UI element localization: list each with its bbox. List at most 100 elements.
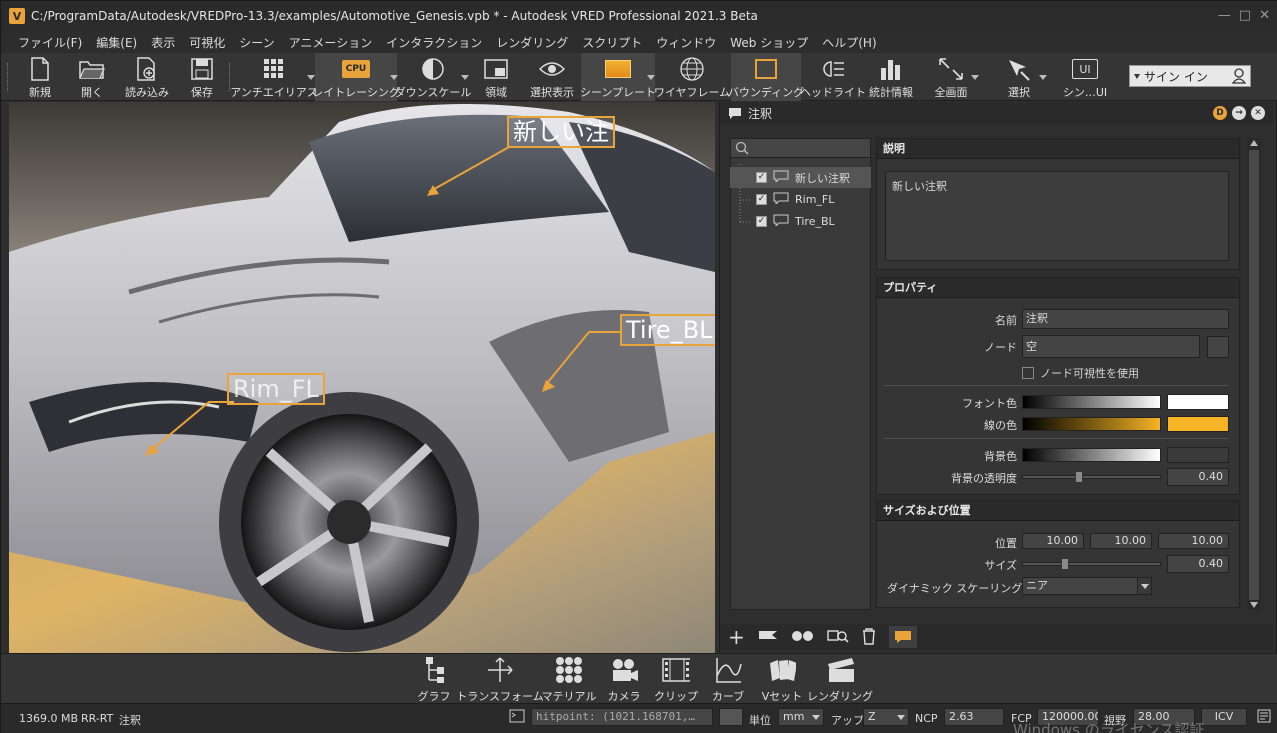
fullscreen-dropdown-icon[interactable]	[971, 75, 979, 80]
tree-item-tire-bl[interactable]: ✓ Tire_BL	[730, 211, 871, 232]
link-dots-icon[interactable]	[791, 630, 815, 645]
find-node-icon[interactable]	[827, 628, 849, 647]
terminal-icon[interactable]	[509, 709, 525, 726]
downscale-button[interactable]: ダウンスケール	[395, 53, 471, 101]
annotation-visibility-icon[interactable]	[888, 626, 917, 648]
module-camera-button[interactable]: カメラ	[607, 654, 641, 704]
module-curve-button[interactable]: カーブ	[711, 654, 745, 704]
menu-webshop[interactable]: Web ショップ	[723, 34, 815, 51]
bg-opacity-value[interactable]: 0.40	[1167, 468, 1229, 486]
annotation-tire-bl[interactable]: Tire_BL	[620, 314, 715, 346]
close-icon[interactable]: ✕	[1259, 8, 1270, 23]
line-color-gradient[interactable]	[1022, 417, 1161, 431]
tree-search-input[interactable]	[730, 138, 871, 158]
menu-view[interactable]: 表示	[144, 34, 182, 51]
scroll-thumb[interactable]	[1249, 150, 1259, 600]
antialias-button[interactable]: アンチエイリアス	[230, 53, 318, 101]
hitpoint-toggle-icon[interactable]	[719, 708, 743, 726]
use-node-visibility-checkbox[interactable]: ノード可視性を使用	[1022, 365, 1139, 381]
unit-select[interactable]: mm	[778, 708, 824, 726]
import-button[interactable]: 読み込み	[123, 53, 171, 101]
flag-icon[interactable]	[757, 628, 779, 647]
statistics-button[interactable]: 統計情報	[865, 53, 917, 101]
tree-item-checkbox[interactable]: ✓	[756, 216, 767, 227]
region-button[interactable]: 領域	[481, 53, 511, 101]
toolbar-grip[interactable]	[7, 63, 9, 91]
annotation-rim-fl[interactable]: Rim_FL	[227, 373, 325, 405]
wireframe-button[interactable]: ワイヤフレーム	[654, 53, 730, 101]
description-textarea[interactable]: 新しい注釈	[885, 171, 1229, 261]
font-color-gradient[interactable]	[1022, 395, 1161, 409]
module-material-button[interactable]: マテリアル	[542, 654, 596, 704]
panel-scrollbar[interactable]	[1247, 138, 1261, 610]
slider-handle[interactable]	[1061, 558, 1069, 570]
menu-interaction[interactable]: インタラクション	[379, 34, 489, 51]
select-button[interactable]: 選択	[997, 53, 1047, 101]
notification-icon[interactable]	[1257, 709, 1271, 726]
node-pick-button[interactable]	[1207, 336, 1229, 358]
menu-window[interactable]: ウィンドウ	[649, 34, 723, 51]
dock-icon[interactable]: D	[1213, 106, 1227, 120]
line-color-swatch[interactable]	[1167, 416, 1229, 432]
menu-help[interactable]: ヘルプ(H)	[815, 34, 883, 51]
render-viewport[interactable]: 新しい注 Tire_BL Rim_FL	[9, 102, 715, 654]
module-render-button[interactable]: レンダリング	[807, 654, 873, 704]
headlight-button[interactable]: ヘッドライト	[800, 53, 866, 101]
ncp-field[interactable]: 2.63	[944, 708, 1004, 726]
scroll-down-icon[interactable]	[1250, 602, 1258, 608]
scene-plate-button[interactable]: シーンプレート	[580, 53, 656, 101]
bounding-button[interactable]: バウンディング	[728, 53, 804, 101]
name-field[interactable]: 注釈	[1022, 309, 1229, 329]
raytracing-button[interactable]: CPU レイトレーシング	[312, 53, 400, 101]
module-transform-button[interactable]: トランスフォーム	[456, 654, 544, 704]
module-clip-button[interactable]: クリップ	[654, 654, 698, 704]
bg-color-gradient[interactable]	[1022, 448, 1161, 462]
menu-edit[interactable]: 編集(E)	[89, 34, 144, 51]
bg-opacity-slider[interactable]	[1022, 471, 1161, 483]
tree-item-new-annotation[interactable]: ✓ 新しい注釈	[730, 167, 871, 188]
scroll-up-icon[interactable]	[1250, 140, 1258, 146]
downscale-dropdown-icon[interactable]	[461, 75, 469, 80]
menu-script[interactable]: スクリプト	[575, 34, 649, 51]
tree-item-rim-fl[interactable]: ✓ Rim_FL	[730, 189, 871, 210]
maximize-icon[interactable]: □	[1239, 8, 1251, 23]
menu-rendering[interactable]: レンダリング	[489, 34, 575, 51]
font-color-swatch[interactable]	[1167, 394, 1229, 410]
tree-item-checkbox[interactable]: ✓	[756, 172, 767, 183]
position-y-field[interactable]: 10.00	[1090, 533, 1152, 549]
size-slider[interactable]	[1022, 558, 1161, 570]
panel-close-icon[interactable]: ✕	[1251, 106, 1265, 120]
icv-button[interactable]: ICV	[1201, 708, 1247, 726]
module-vset-button[interactable]: Vセット	[762, 654, 802, 704]
raytracing-dropdown-icon[interactable]	[390, 75, 398, 80]
menu-animation[interactable]: アニメーション	[282, 34, 380, 51]
checkbox-box[interactable]	[1022, 367, 1034, 379]
menu-visualization[interactable]: 可視化	[182, 34, 232, 51]
slider-handle[interactable]	[1075, 471, 1083, 483]
open-button[interactable]: 開く	[75, 53, 109, 101]
chevron-down-icon[interactable]	[1137, 578, 1151, 594]
module-graph-button[interactable]: グラフ	[418, 654, 451, 704]
minimize-icon[interactable]: —	[1218, 8, 1231, 23]
position-x-field[interactable]: 10.00	[1022, 533, 1084, 549]
float-arrow-icon[interactable]: →	[1232, 106, 1246, 120]
dynamic-scaling-select[interactable]: ニア	[1022, 577, 1152, 595]
scene-ui-button[interactable]: UI シン…UI	[1059, 53, 1111, 101]
menu-scene[interactable]: シーン	[232, 34, 281, 51]
save-button[interactable]: 保存	[187, 53, 217, 101]
scene-plate-dropdown-icon[interactable]	[647, 75, 655, 80]
antialias-dropdown-icon[interactable]	[307, 75, 315, 80]
signin-button[interactable]: サイン イン	[1129, 65, 1251, 87]
bg-color-swatch[interactable]	[1167, 447, 1229, 463]
new-button[interactable]: 新規	[23, 53, 57, 101]
up-select[interactable]: Z	[863, 708, 909, 726]
select-dropdown-icon[interactable]	[1039, 75, 1047, 80]
tree-item-checkbox[interactable]: ✓	[756, 194, 767, 205]
delete-icon[interactable]	[861, 627, 877, 648]
selection-display-button[interactable]: 選択表示	[525, 53, 579, 101]
menu-file[interactable]: ファイル(F)	[11, 34, 89, 51]
position-z-field[interactable]: 10.00	[1158, 533, 1229, 549]
size-value[interactable]: 0.40	[1167, 555, 1229, 573]
annotation-new[interactable]: 新しい注	[507, 116, 615, 148]
fullscreen-button[interactable]: 全画面	[929, 53, 979, 101]
